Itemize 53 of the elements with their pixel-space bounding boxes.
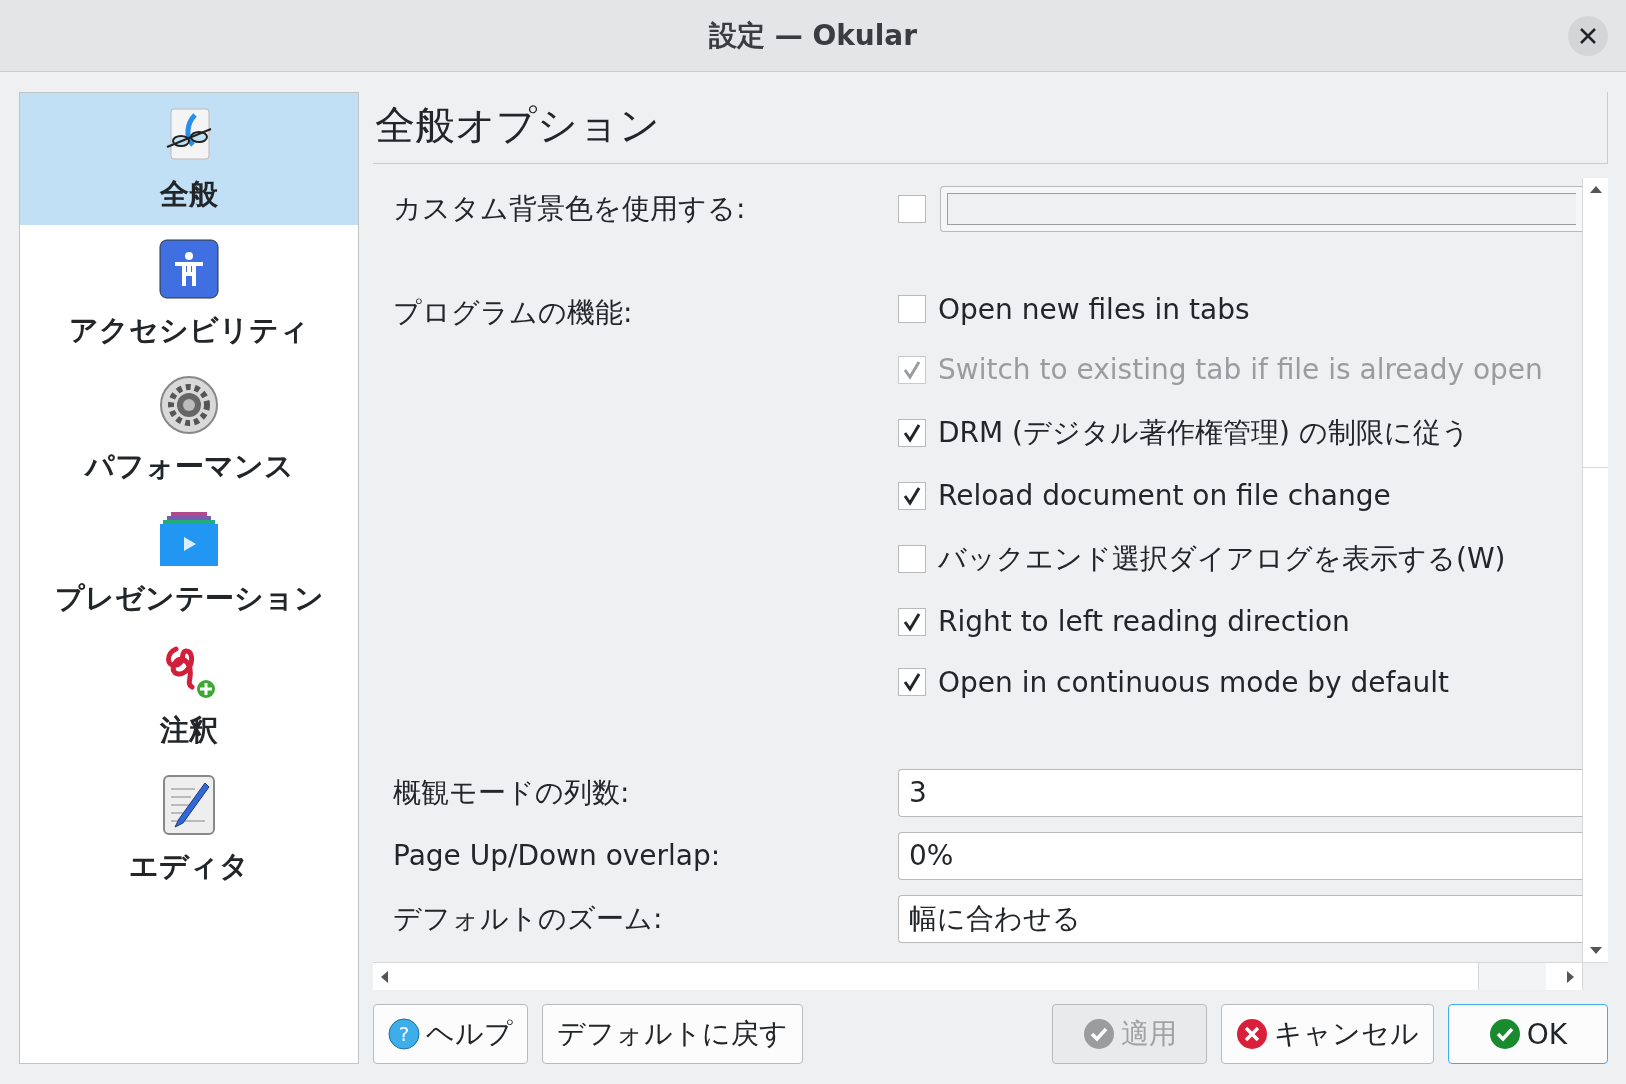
- window-title: 設定 — Okular: [708, 17, 918, 54]
- sidebar-item[interactable]: 全般: [20, 93, 358, 225]
- sidebar-item[interactable]: パフォーマンス: [20, 361, 358, 497]
- cancel-icon: [1236, 1018, 1268, 1050]
- input-field[interactable]: 3: [898, 768, 1582, 817]
- checkbox[interactable]: [898, 418, 926, 447]
- checkmark-circle-icon: [1488, 1018, 1521, 1050]
- option-label: カスタム背景色を使用する:: [393, 191, 747, 227]
- sidebar-item[interactable]: アクセシビリティ: [20, 225, 358, 361]
- defaults-button[interactable]: デフォルトに戻す: [542, 1004, 803, 1064]
- checkbox[interactable]: [898, 668, 926, 696]
- checkmark-circle-icon: [1082, 1018, 1115, 1050]
- checkbox[interactable]: [898, 195, 926, 223]
- color-field[interactable]: [940, 186, 1582, 232]
- vertical-scrollbar[interactable]: [1582, 178, 1608, 962]
- option-label: プログラムの機能:: [393, 295, 634, 331]
- checkbox-label: Reload document on file change: [938, 479, 1391, 512]
- checkbox[interactable]: [898, 295, 926, 323]
- field-label: デフォルトのズーム:: [393, 900, 664, 937]
- checkbox-label: Open new files in tabs: [938, 292, 1250, 326]
- sidebar-item[interactable]: プレゼンテーション: [20, 497, 358, 629]
- scroll-down-arrow-icon[interactable]: [1588, 946, 1603, 956]
- checkbox-label: Switch to existing tab if file is already open: [938, 353, 1543, 386]
- person-icon: [159, 239, 219, 299]
- document-glasses-icon: [165, 107, 213, 163]
- scroll-up-arrow-icon[interactable]: [1588, 184, 1603, 194]
- help-icon: ?: [388, 1018, 420, 1050]
- sidebar-item[interactable]: エディタ: [20, 761, 358, 897]
- checkbox[interactable]: [898, 607, 926, 636]
- checkbox-label: バックエンド選択ダイアログを表示する(W): [938, 540, 1506, 577]
- scrollbar-handle[interactable]: [1478, 963, 1546, 990]
- checkbox-label: Right to left reading direction: [938, 605, 1350, 638]
- checkbox[interactable]: [898, 481, 926, 510]
- pencil-document-icon: [163, 775, 215, 835]
- help-button[interactable]: ? ヘルプ: [373, 1004, 528, 1064]
- horizontal-scrollbar[interactable]: [373, 962, 1582, 990]
- checkbox[interactable]: [898, 544, 926, 573]
- checkbox-label: DRM (デジタル著作権管理) の制限に従う: [938, 414, 1470, 451]
- checkbox-label: Open in continuous mode by default: [938, 665, 1450, 699]
- input-field[interactable]: 幅に合わせる: [898, 894, 1582, 943]
- close-button[interactable]: [1568, 16, 1608, 56]
- folder-play-icon: [159, 511, 219, 567]
- scroll-right-arrow-icon[interactable]: [1566, 969, 1576, 984]
- page-title: 全般オプション: [373, 92, 1608, 164]
- cancel-button[interactable]: キャンセル: [1221, 1004, 1434, 1064]
- gear-icon: [159, 375, 219, 435]
- scroll-left-arrow-icon[interactable]: [379, 969, 389, 984]
- field-label: Page Up/Down overlap:: [393, 839, 722, 872]
- close-icon: [1579, 27, 1597, 45]
- ok-button[interactable]: OK: [1448, 1004, 1608, 1064]
- field-label: 概観モードの列数:: [393, 774, 631, 811]
- sidebar-item[interactable]: 注釈: [20, 629, 358, 761]
- input-field[interactable]: 0%: [898, 831, 1582, 880]
